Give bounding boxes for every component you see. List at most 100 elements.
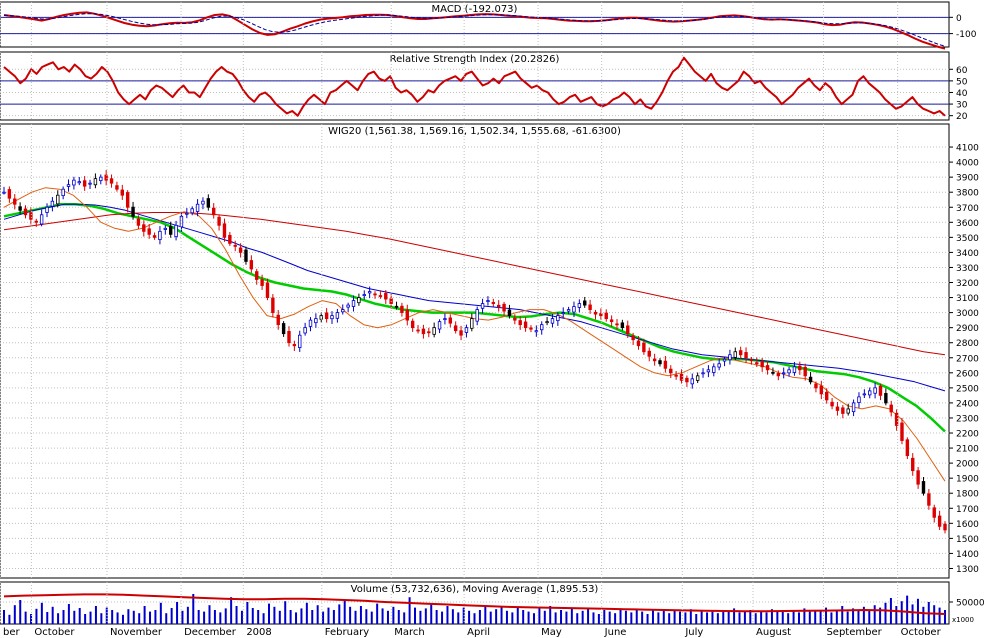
candle-body xyxy=(738,350,743,356)
candle-body xyxy=(798,365,802,371)
candle-body xyxy=(900,422,904,441)
candle-body xyxy=(131,206,135,217)
candle-body xyxy=(7,189,12,199)
x-tick-label: March xyxy=(394,627,424,638)
candle-body xyxy=(470,318,474,329)
panel-title: WIG20 (1,561.38, 1,569.16, 1,502.34, 1,5… xyxy=(328,126,621,137)
candle-body xyxy=(921,481,926,494)
candle-body xyxy=(755,362,759,365)
y-tick-label: 2100 xyxy=(956,445,979,455)
candle-body xyxy=(507,309,512,317)
candle-body xyxy=(706,369,711,373)
candle-body xyxy=(808,376,813,383)
candle-body xyxy=(453,325,458,332)
x-tick-label: October xyxy=(901,627,942,638)
candle-body xyxy=(82,180,87,187)
candle-body xyxy=(749,359,754,362)
x-tick-label: ber xyxy=(3,627,21,638)
candle-body xyxy=(851,402,856,413)
candle-body xyxy=(233,244,237,247)
candle-body xyxy=(728,354,732,361)
candle-body xyxy=(830,401,834,407)
candle-body xyxy=(255,271,259,280)
candle-body xyxy=(443,318,447,321)
candle-body xyxy=(712,366,716,373)
candle-body xyxy=(384,293,388,300)
candle-body xyxy=(18,206,22,211)
y-tick-label: 2400 xyxy=(956,399,979,409)
y-tick-label: 1400 xyxy=(956,550,979,560)
candle-body xyxy=(792,366,797,373)
candle-body xyxy=(819,385,824,395)
candle-body xyxy=(496,304,501,307)
candle-body xyxy=(943,523,947,531)
candle-body xyxy=(244,249,248,262)
x-tick-label: July xyxy=(684,627,703,638)
y-tick-label: 40 xyxy=(956,89,968,99)
x-tick-label: October xyxy=(34,627,75,638)
y-tick-label: 50 xyxy=(956,77,968,87)
candle-body xyxy=(561,312,565,315)
candle-body xyxy=(550,318,555,324)
y-tick-label: 2900 xyxy=(956,324,979,334)
y-tick-label: 1900 xyxy=(956,475,979,485)
candle-body xyxy=(410,320,415,329)
candle-body xyxy=(56,194,60,205)
candle-body xyxy=(346,304,350,308)
candle-body xyxy=(803,366,807,377)
candle-body xyxy=(405,309,409,321)
y-tick-label: 3100 xyxy=(956,294,979,304)
candle-body xyxy=(927,493,931,506)
candle-body xyxy=(238,247,243,253)
panel-volume: Volume (53,732,636), Moving Average (1,8… xyxy=(0,581,985,625)
candle-body xyxy=(669,368,673,374)
y-tick-label: 3900 xyxy=(956,174,979,184)
candle-body xyxy=(265,282,270,298)
panel-price: WIG20 (1,561.38, 1,569.16, 1,502.34, 1,5… xyxy=(0,123,979,579)
candle-body xyxy=(287,330,291,344)
panel-title: MACD (-192.073) xyxy=(432,4,518,15)
y-tick-label: 1500 xyxy=(956,535,979,545)
y-tick-label: 2200 xyxy=(956,430,979,440)
candle-body xyxy=(168,226,173,235)
candle-body xyxy=(362,294,366,297)
x-tick-label: June xyxy=(604,627,627,638)
candle-body xyxy=(212,207,216,216)
candle-body xyxy=(572,306,576,313)
candle-body xyxy=(217,216,221,226)
candle-body xyxy=(400,305,404,314)
candle-body xyxy=(722,358,727,362)
candle-body xyxy=(260,279,264,286)
y-tick-label: 3000 xyxy=(956,309,979,319)
candle-body xyxy=(174,224,178,238)
candle-body xyxy=(195,203,200,212)
candle-body xyxy=(39,214,44,225)
candle-body xyxy=(416,329,420,332)
candle-body xyxy=(577,303,582,308)
candle-body xyxy=(142,224,146,232)
candle-body xyxy=(685,377,689,383)
candle-body xyxy=(99,176,103,182)
candle-body xyxy=(147,228,151,235)
candle-body xyxy=(29,212,33,220)
candle-body xyxy=(937,515,942,527)
candle-body xyxy=(491,302,496,304)
x-tick-label: May xyxy=(541,627,562,638)
y-tick-label: 1800 xyxy=(956,490,979,500)
candle-body xyxy=(631,335,635,341)
candle-body xyxy=(905,439,910,456)
candle-body xyxy=(626,325,630,335)
candle-body xyxy=(480,303,485,309)
candle-body xyxy=(540,324,544,331)
y-tick-label: 2500 xyxy=(956,384,979,394)
candle-body xyxy=(448,317,453,324)
candle-body xyxy=(378,295,383,297)
y-tick-label: 60 xyxy=(956,66,968,76)
x-tick-label: April xyxy=(467,627,490,638)
candle-body xyxy=(652,358,657,362)
candle-body xyxy=(771,371,775,374)
candle-body xyxy=(642,342,646,353)
candle-body xyxy=(201,200,205,205)
x-tick-label: 2008 xyxy=(246,627,271,638)
candle-body xyxy=(314,318,318,324)
